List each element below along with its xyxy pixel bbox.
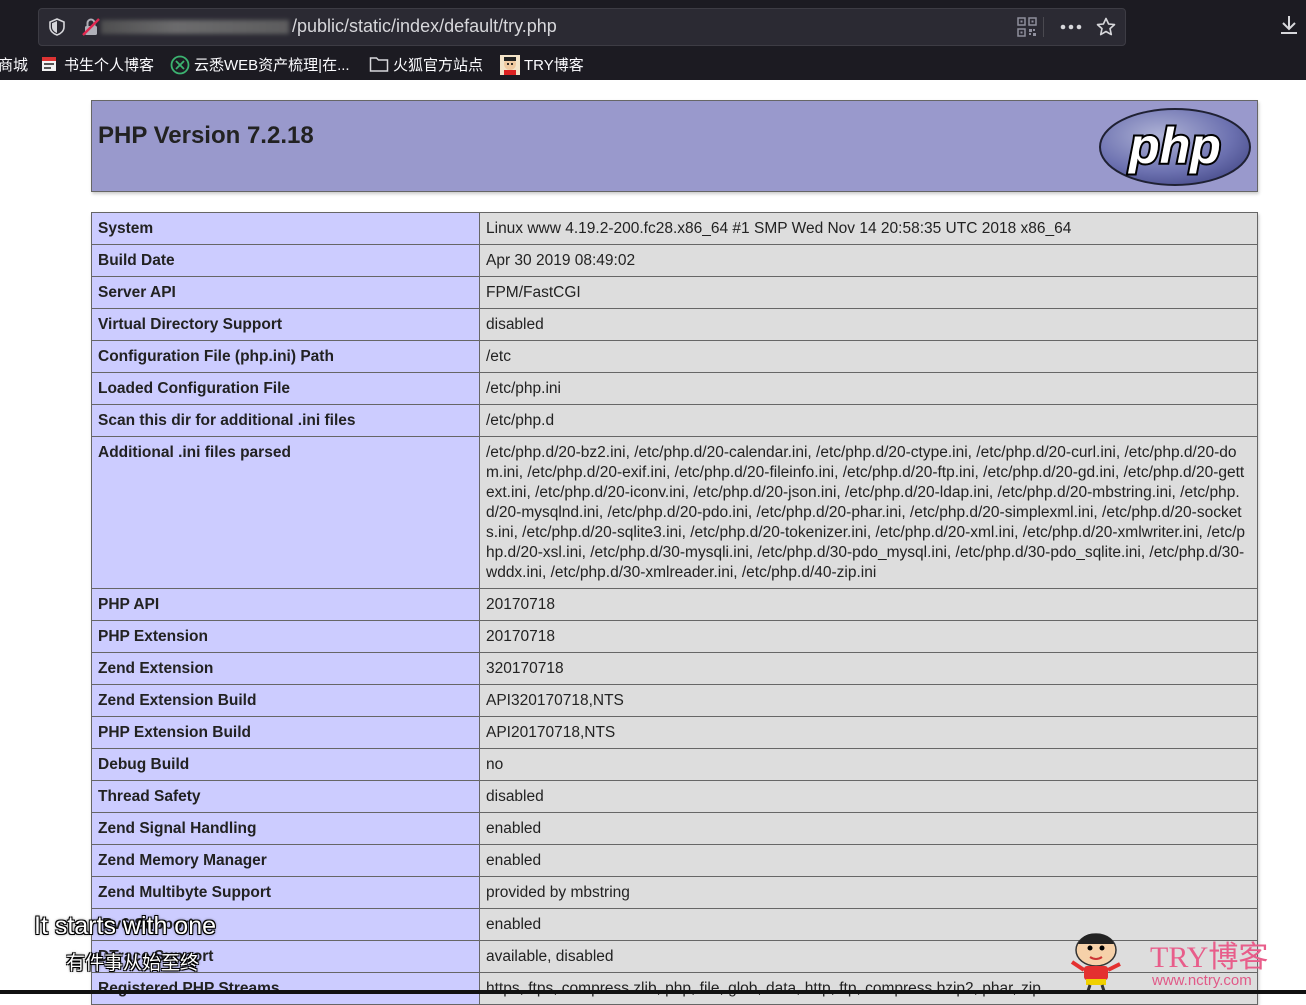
row-key: Zend Memory Manager: [91, 844, 480, 877]
bookmark-label: 火狐官方站点: [393, 56, 484, 74]
row-key: Additional .ini files parsed: [91, 436, 480, 589]
table-row: Debug Build no: [91, 748, 1258, 781]
row-key: Server API: [91, 276, 480, 309]
row-value: /etc/php.d: [479, 404, 1258, 437]
row-value: no: [479, 748, 1258, 781]
table-row: Scan this dir for additional .ini files /…: [91, 404, 1258, 437]
bookmark-item-yunxi[interactable]: 云悉WEB资产梳理|在...: [170, 54, 350, 75]
php-logo-icon[interactable]: php: [1099, 108, 1251, 186]
qr-code-icon[interactable]: [1015, 15, 1039, 39]
row-key: Zend Signal Handling: [91, 812, 480, 845]
phpinfo-table: System Linux www 4.19.2-200.fc28.x86_64 #…: [91, 212, 1258, 1005]
row-key: Thread Safety: [91, 780, 480, 813]
bookmark-label: TRY博客: [524, 56, 584, 74]
table-row: PHP Extension 20170718: [91, 620, 1258, 653]
row-value: API20170718,NTS: [479, 716, 1258, 749]
row-value: disabled: [479, 308, 1258, 341]
more-actions-icon[interactable]: [1059, 15, 1083, 39]
table-row: Server API FPM/FastCGI: [91, 276, 1258, 309]
table-row: Configuration File (php.ini) Path/etc: [91, 340, 1258, 373]
bookmark-label: 书生个人博客: [64, 56, 155, 74]
bookmark-star-icon[interactable]: [1094, 15, 1118, 39]
row-value: 20170718: [479, 620, 1258, 653]
urlbar-divider: [1043, 17, 1044, 37]
row-value: available, disabled: [479, 940, 1258, 973]
table-row: Zend Multibyte Support provided by mbstri…: [91, 876, 1258, 909]
table-row: Zend Extension Build API320170718,NTS: [91, 684, 1258, 717]
table-row: PHP Extension Build API20170718,NTS: [91, 716, 1258, 749]
url-host-redacted: [101, 20, 289, 34]
table-row: System Linux www 4.19.2-200.fc28.x86_64 #…: [91, 212, 1258, 245]
watermark-mascot-icon: [1070, 933, 1121, 992]
row-value: FPM/FastCGI: [479, 276, 1258, 309]
phpinfo-header: PHP Version 7.2.18 php: [91, 100, 1258, 192]
browser-chrome: /public/static/index/default/try.php 商城 …: [0, 0, 1306, 80]
row-value: provided by mbstring: [479, 876, 1258, 909]
row-value: disabled: [479, 780, 1258, 813]
table-row: Loaded Configuration File/etc/php.ini: [91, 372, 1258, 405]
php-logo-text: php: [1127, 118, 1221, 174]
yunxi-icon: [170, 55, 190, 75]
bookmark-item-try-blog[interactable]: TRY博客: [500, 54, 584, 75]
row-value: Linux www 4.19.2-200.fc28.x86_64 #1 SMP …: [479, 212, 1258, 245]
bookmark-item-firefox-sites[interactable]: 火狐官方站点: [369, 54, 483, 74]
row-key: PHP Extension: [91, 620, 480, 653]
table-row: Virtual Directory Support disabled: [91, 308, 1258, 341]
bookmark-label: 云悉WEB资产梳理|在...: [194, 56, 350, 74]
bookmark-item-shop[interactable]: 商城: [0, 54, 28, 74]
row-key: Zend Extension: [91, 652, 480, 685]
row-key: Registered PHP Streams: [91, 972, 480, 1005]
row-value: 320170718: [479, 652, 1258, 685]
row-key: Scan this dir for additional .ini files: [91, 404, 480, 437]
row-key: Build Date: [91, 244, 480, 277]
blog-icon: [40, 55, 58, 73]
video-subtitle-chinese: 有件事从始至终: [66, 952, 200, 974]
shield-icon[interactable]: [45, 15, 69, 39]
row-value: https, ftps, compress.zlib, php, file, g…: [479, 972, 1258, 1005]
bottom-edge: [0, 990, 1306, 994]
table-row: Zend Extension 320170718: [91, 652, 1258, 685]
row-key: Debug Build: [91, 748, 480, 781]
row-key: Virtual Directory Support: [91, 308, 480, 341]
row-key: Zend Multibyte Support: [91, 876, 480, 909]
bookmarks-toolbar: 商城 书生个人博客 云悉WEB资产梳理|在... 火狐官方站点 TRY博客: [0, 48, 1306, 80]
bookmark-item-shusheng[interactable]: 书生个人博客: [40, 54, 154, 74]
table-row: Zend Memory Manager enabled: [91, 844, 1258, 877]
avatar-icon: [500, 55, 520, 75]
row-key: System: [91, 212, 480, 245]
video-subtitle-english: It starts with one: [34, 912, 217, 940]
download-icon[interactable]: [1278, 14, 1302, 38]
folder-icon: [369, 55, 389, 73]
row-key: Zend Extension Build: [91, 684, 480, 717]
page-title: PHP Version 7.2.18: [98, 122, 314, 149]
row-key: Loaded Configuration File: [91, 372, 480, 405]
table-row: Additional .ini files parsed/etc/php.d/2…: [91, 436, 1258, 589]
row-key: PHP API: [91, 588, 480, 621]
row-value: Apr 30 2019 08:49:02: [479, 244, 1258, 277]
address-bar[interactable]: /public/static/index/default/try.php: [38, 8, 1126, 46]
row-value: 20170718: [479, 588, 1258, 621]
row-value: enabled: [479, 844, 1258, 877]
row-value: enabled: [479, 908, 1258, 941]
row-value: /etc/php.ini: [479, 372, 1258, 405]
bookmark-label: 商城: [0, 56, 29, 74]
insecure-lock-icon[interactable]: [79, 15, 103, 39]
row-value: /etc: [479, 340, 1258, 373]
row-key: PHP Extension Build: [91, 716, 480, 749]
table-row: PHP API 20170718: [91, 588, 1258, 621]
row-key: Configuration File (php.ini) Path: [91, 340, 480, 373]
row-value: API320170718,NTS: [479, 684, 1258, 717]
table-row: Thread Safety disabled: [91, 780, 1258, 813]
table-row: Zend Signal Handling enabled: [91, 812, 1258, 845]
table-row: Build Date Apr 30 2019 08:49:02: [91, 244, 1258, 277]
row-value: enabled: [479, 812, 1258, 845]
watermark-title: TRY博客: [1150, 941, 1269, 974]
row-value: /etc/php.d/20-bz2.ini, /etc/php.d/20-cal…: [479, 436, 1258, 589]
url-text[interactable]: /public/static/index/default/try.php: [292, 16, 557, 37]
watermark-url: www.nctry.com: [1152, 972, 1252, 989]
